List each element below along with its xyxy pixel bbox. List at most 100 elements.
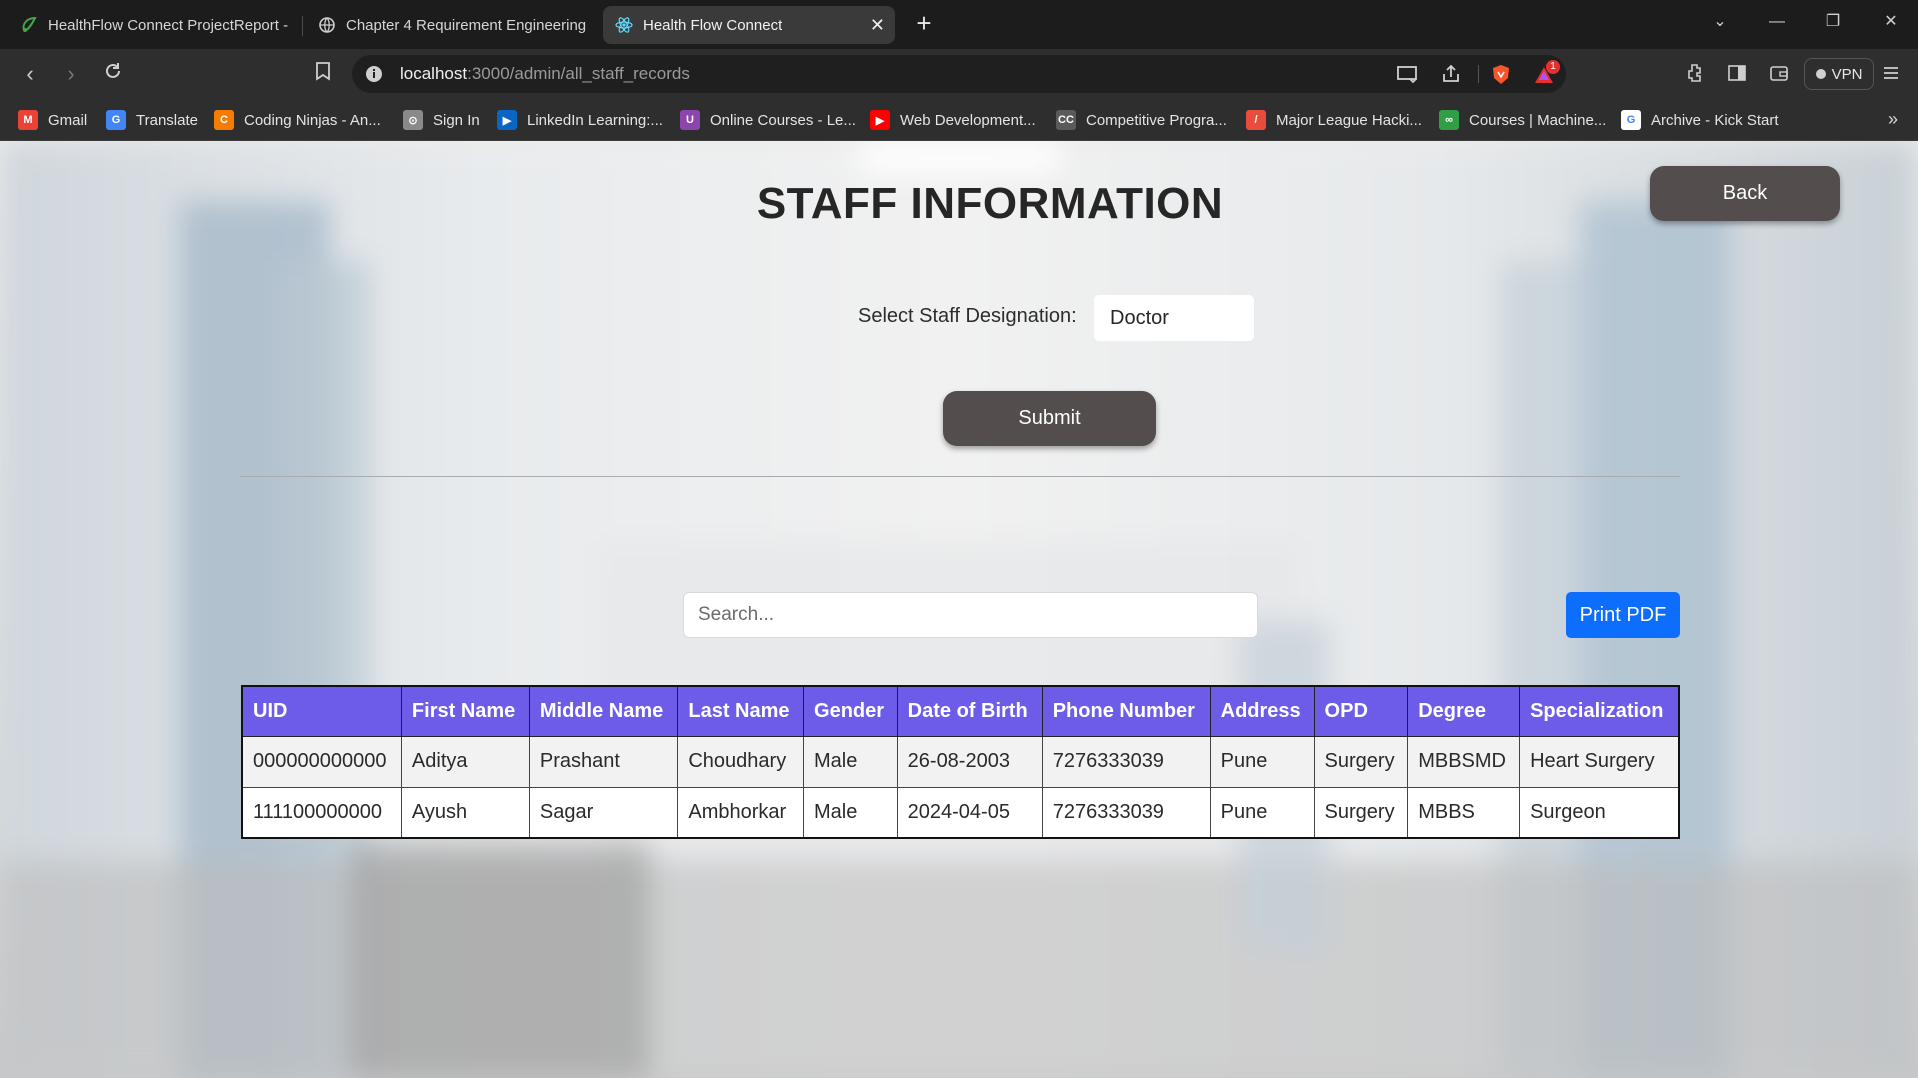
table-cell: 000000000000 — [241, 735, 402, 788]
table-cell: Pune — [1209, 735, 1315, 788]
column-header-last-name: Last Name — [677, 685, 805, 737]
column-header-uid: UID — [241, 685, 402, 737]
brave-rewards-icon[interactable]: 1 — [1532, 60, 1560, 86]
bookmark-item[interactable]: ▶ LinkedIn Learning:... — [497, 109, 663, 131]
table-header-row: UID First Name Middle Name Last Name Gen… — [241, 685, 1680, 737]
url-separator — [1478, 65, 1479, 83]
bookmark-item[interactable]: U Online Courses - Le... — [680, 109, 856, 131]
brave-shield-icon[interactable] — [1490, 64, 1512, 86]
vpn-button[interactable]: VPN — [1804, 58, 1874, 90]
tab-healthflow-report[interactable]: HealthFlow Connect ProjectReport - — [8, 6, 298, 44]
cast-icon[interactable] — [1396, 64, 1418, 86]
tab-health-flow-connect[interactable]: Health Flow Connect ✕ — [603, 6, 895, 44]
extensions-icon[interactable] — [1684, 62, 1708, 84]
wallet-icon[interactable] — [1768, 62, 1792, 84]
print-pdf-button[interactable]: Print PDF — [1566, 592, 1680, 638]
vpn-label: VPN — [1831, 65, 1863, 83]
bookmark-favicon-icon: / — [1246, 110, 1266, 130]
address-bar[interactable]: localhost:3000/admin/all_staff_records 1 — [352, 55, 1566, 93]
designation-select[interactable]: Doctor — [1094, 295, 1254, 341]
bookmark-favicon-icon: ▶ — [497, 110, 517, 130]
browser-tab-bar: HealthFlow Connect ProjectReport - Chapt… — [0, 0, 1918, 49]
bookmark-label: Sign In — [433, 111, 480, 129]
bookmark-item[interactable]: / Major League Hacki... — [1246, 109, 1422, 131]
globe-icon — [318, 16, 336, 34]
bookmark-favicon-icon: ∞ — [1439, 110, 1459, 130]
tab-chapter-4[interactable]: Chapter 4 Requirement Engineering — [306, 6, 596, 44]
bookmarks-bar: M Gmail G Translate C Coding Ninjas - An... ⊙ S… — [0, 99, 1918, 141]
bookmark-favicon-icon: G — [106, 110, 126, 130]
bookmark-item[interactable]: ∞ Courses | Machine... — [1439, 109, 1606, 131]
back-button[interactable]: Back — [1650, 166, 1840, 221]
forward-arrow-icon[interactable]: › — [58, 61, 84, 87]
bookmark-label: Coding Ninjas - An... — [244, 111, 381, 129]
table-cell: Male — [803, 786, 898, 839]
restore-button[interactable]: ❐ — [1815, 8, 1851, 36]
bookmark-icon[interactable] — [310, 61, 336, 87]
menu-icon[interactable] — [1882, 62, 1906, 84]
back-arrow-icon[interactable]: ‹ — [17, 61, 43, 87]
search-input[interactable] — [683, 592, 1258, 638]
bookmark-favicon-icon: ▶ — [870, 110, 890, 130]
bookmark-item[interactable]: CC Competitive Progra... — [1056, 109, 1227, 131]
notification-badge: 1 — [1546, 60, 1560, 74]
minimize-button[interactable]: — — [1759, 8, 1795, 36]
designation-label: Select Staff Designation: — [858, 305, 1077, 327]
tab-separator — [302, 16, 303, 36]
column-header-address: Address — [1209, 685, 1315, 737]
bookmark-item[interactable]: G Archive - Kick Start — [1621, 109, 1779, 131]
bookmark-label: Archive - Kick Start — [1651, 111, 1779, 129]
sidebar-icon[interactable] — [1726, 62, 1750, 84]
bookmark-label: Competitive Progra... — [1086, 111, 1227, 129]
table-cell: Surgeon — [1519, 786, 1680, 839]
tab-search-chevron-icon[interactable]: ⌄ — [1702, 8, 1738, 36]
table-row: 000000000000 Aditya Prashant Choudhary M… — [241, 735, 1680, 788]
staff-records-content: STAFF INFORMATION Back Select Staff Desi… — [0, 141, 1918, 1078]
site-info-icon[interactable] — [364, 64, 384, 84]
table-cell: Surgery — [1313, 735, 1409, 788]
react-icon — [615, 16, 633, 34]
table-cell: MBBS — [1407, 786, 1521, 839]
table-cell: Heart Surgery — [1519, 735, 1680, 788]
bookmark-favicon-icon: M — [18, 110, 38, 130]
section-divider — [240, 476, 1680, 477]
more-bookmarks-icon[interactable]: » — [1888, 109, 1898, 130]
bookmark-favicon-icon: U — [680, 110, 700, 130]
bookmark-item[interactable]: C Coding Ninjas - An... — [214, 109, 381, 131]
reload-icon[interactable] — [100, 61, 126, 87]
table-cell: Ambhorkar — [677, 786, 805, 839]
bookmark-favicon-icon: C — [214, 110, 234, 130]
column-header-phone-number: Phone Number — [1041, 685, 1211, 737]
table-cell: Prashant — [528, 735, 679, 788]
tab-title: HealthFlow Connect ProjectReport - — [48, 16, 288, 34]
bookmark-item[interactable]: ⊙ Sign In — [403, 109, 480, 131]
bookmark-item[interactable]: M Gmail — [18, 109, 87, 131]
new-tab-button[interactable]: + — [910, 9, 938, 37]
table-cell: 26-08-2003 — [896, 735, 1043, 788]
close-window-button[interactable]: ✕ — [1873, 8, 1909, 36]
table-row: 111100000000 Ayush Sagar Ambhorkar Male … — [241, 786, 1680, 839]
url-text: localhost:3000/admin/all_staff_records — [400, 64, 690, 84]
bookmark-item[interactable]: ▶ Web Development... — [870, 109, 1036, 131]
close-tab-icon[interactable]: ✕ — [862, 15, 885, 36]
staff-table: UID First Name Middle Name Last Name Gen… — [241, 685, 1680, 839]
share-icon[interactable] — [1440, 64, 1462, 86]
url-path: :3000/admin/all_staff_records — [467, 64, 690, 83]
table-cell: Ayush — [400, 786, 530, 839]
submit-button[interactable]: Submit — [943, 391, 1156, 446]
table-cell: MBBSMD — [1407, 735, 1521, 788]
table-cell: Pune — [1209, 786, 1315, 839]
table-cell: Aditya — [400, 735, 530, 788]
column-header-gender: Gender — [803, 685, 898, 737]
url-host: localhost — [400, 64, 468, 83]
bookmark-label: Translate — [136, 111, 198, 129]
bookmark-favicon-icon: ⊙ — [403, 110, 423, 130]
table-cell: Sagar — [528, 786, 679, 839]
tab-title: Health Flow Connect — [643, 16, 783, 34]
bookmark-label: LinkedIn Learning:... — [527, 111, 663, 129]
table-cell: Surgery — [1313, 786, 1409, 839]
bookmark-label: Web Development... — [900, 111, 1036, 129]
table-cell: Choudhary — [677, 735, 805, 788]
bookmark-item[interactable]: G Translate — [106, 109, 198, 131]
tab-title: Chapter 4 Requirement Engineering — [346, 16, 586, 34]
